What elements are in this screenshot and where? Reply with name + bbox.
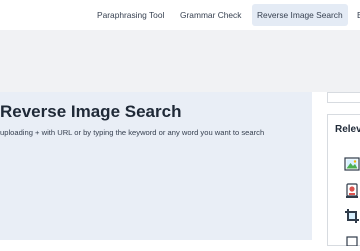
hero-band	[0, 30, 360, 92]
page-subtitle: uploading + with URL or by typing the ke…	[0, 128, 265, 137]
nav-grammar-check[interactable]: Grammar Check	[175, 4, 246, 26]
nav-paraphrasing-tool[interactable]: Paraphrasing Tool	[92, 4, 169, 26]
file-icon[interactable]	[344, 233, 360, 247]
related-tools-title: Relev	[335, 124, 360, 135]
page-title: Reverse Image Search	[0, 102, 182, 121]
nav-reverse-image-search[interactable]: Reverse Image Search	[252, 4, 348, 26]
document-stamp-icon[interactable]	[344, 183, 360, 198]
top-navigation-bar: Paraphrasing Tool Grammar Check Reverse …	[0, 0, 360, 30]
nav-item-truncated[interactable]: B	[352, 4, 360, 26]
crop-icon[interactable]	[344, 208, 360, 223]
sidebar-top-box	[327, 92, 360, 103]
image-landscape-icon[interactable]	[344, 157, 360, 171]
